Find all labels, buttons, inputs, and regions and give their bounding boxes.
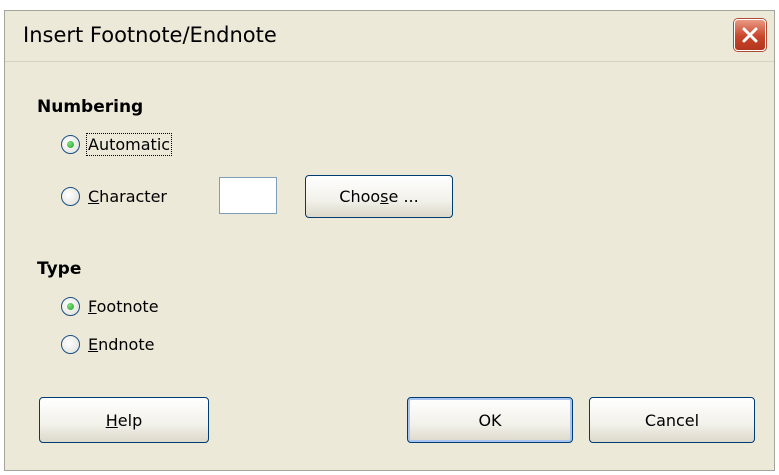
footnote-option[interactable]: Footnote (61, 297, 159, 316)
character-option[interactable]: Character (61, 187, 167, 206)
ok-button[interactable]: OK (407, 397, 573, 443)
automatic-radio[interactable] (61, 135, 80, 154)
character-label: Character (88, 187, 167, 206)
insert-footnote-dialog: Insert Footnote/Endnote Numbering Automa… (4, 10, 775, 471)
numbering-heading: Numbering (37, 97, 144, 117)
cancel-button[interactable]: Cancel (589, 397, 755, 443)
endnote-label: Endnote (88, 335, 155, 354)
footnote-label: Footnote (88, 297, 159, 316)
character-radio[interactable] (61, 187, 80, 206)
dialog-title: Insert Footnote/Endnote (23, 23, 277, 47)
automatic-option[interactable]: Automatic (61, 133, 173, 156)
close-button[interactable] (734, 19, 766, 51)
title-bar: Insert Footnote/Endnote (5, 11, 774, 62)
endnote-option[interactable]: Endnote (61, 335, 154, 354)
close-icon (742, 27, 758, 43)
help-button[interactable]: Help (39, 397, 209, 443)
character-input[interactable] (219, 177, 277, 214)
automatic-label: Automatic (85, 133, 173, 156)
type-heading: Type (37, 259, 82, 279)
footnote-radio[interactable] (61, 297, 80, 316)
endnote-radio[interactable] (61, 335, 80, 354)
choose-button[interactable]: Choo s e ... (305, 175, 453, 218)
